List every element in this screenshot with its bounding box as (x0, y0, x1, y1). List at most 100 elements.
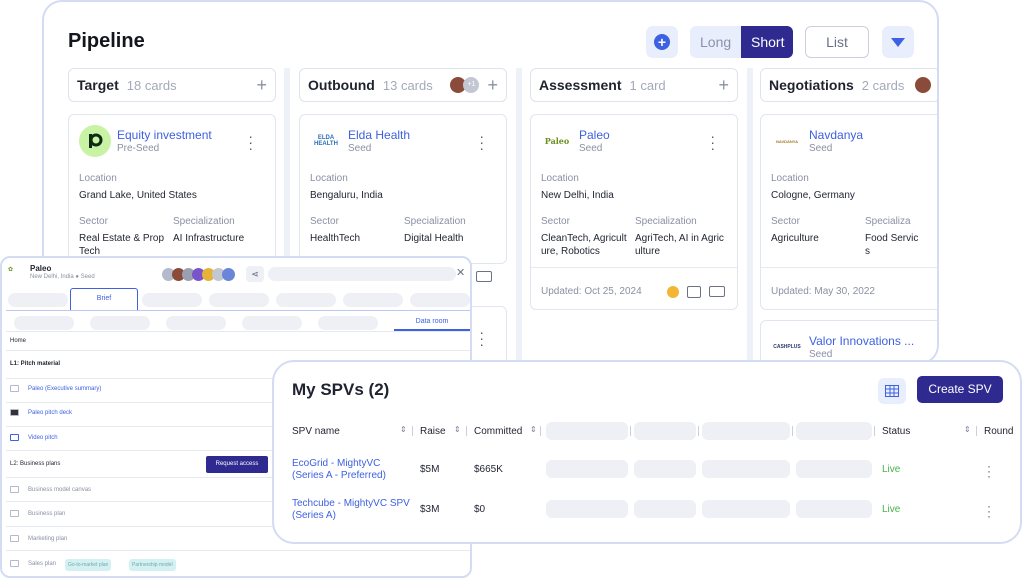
search-input[interactable] (268, 267, 456, 281)
tab[interactable] (209, 293, 269, 307)
share-icon[interactable]: ⋖ (246, 266, 264, 282)
spv-title: My SPVs (2) (292, 380, 390, 399)
folder-item[interactable]: Marketing plan (28, 536, 67, 542)
add-card-icon[interactable]: + (718, 75, 729, 96)
hidden-column (546, 422, 628, 440)
list-button[interactable]: List (805, 26, 869, 58)
tab[interactable] (8, 293, 68, 307)
folder-item[interactable]: Sales plan (28, 561, 56, 567)
column-negotiations: Negotiations 2 cards (760, 68, 937, 102)
subtab[interactable] (242, 316, 302, 330)
sector-label: Sector (541, 216, 570, 227)
company-logo: NAVDANYA (771, 125, 803, 157)
more-icon[interactable]: · · · (710, 129, 715, 155)
location-label: Location (79, 173, 117, 184)
tag[interactable]: Partnership model (129, 559, 176, 571)
deal-card[interactable]: ELDA HEALTH Elda Health Seed · · · Locatio… (299, 114, 507, 282)
view-long-button[interactable]: Long (690, 26, 741, 58)
add-card-icon[interactable]: + (256, 75, 267, 96)
deal-card[interactable]: NAVDANYA Navdanya Seed Location Cologne,… (760, 114, 937, 310)
view-short-button[interactable]: Short (741, 26, 793, 58)
document-icon[interactable] (687, 286, 701, 298)
subtab[interactable] (90, 316, 150, 330)
subtab[interactable] (318, 316, 378, 330)
file-link[interactable]: Paleo (Executive summary) (28, 386, 101, 392)
tab-data-room[interactable]: Data room (394, 318, 470, 325)
tab[interactable] (410, 293, 470, 307)
column-name: Negotiations (769, 77, 854, 93)
request-access-button[interactable]: Request access (206, 456, 268, 473)
folder-item[interactable]: Business plan (28, 511, 65, 517)
more-icon[interactable]: · · · (248, 129, 253, 155)
company-name[interactable]: Navdanya (809, 128, 863, 142)
specialization-value: AI Infrastructure (173, 233, 245, 244)
brief-company: Paleo (30, 264, 52, 273)
view-toggle[interactable]: Long Short (690, 26, 793, 58)
company-stage: Seed (809, 349, 833, 360)
committed-value: $0 (474, 504, 486, 515)
cell-placeholder (634, 500, 696, 518)
add-card-icon[interactable]: + (487, 75, 498, 96)
mail-icon[interactable] (476, 271, 492, 282)
deck-icon (10, 409, 19, 416)
video-icon (10, 434, 19, 441)
header-spv-name[interactable]: SPV name (292, 426, 340, 437)
cell-placeholder (796, 460, 872, 478)
more-icon[interactable]: · · · (479, 325, 484, 351)
mail-icon[interactable] (709, 286, 725, 297)
header-round[interactable]: Round (984, 426, 1013, 437)
header-committed[interactable]: Committed (474, 426, 522, 437)
location-label: Location (771, 173, 809, 184)
company-name[interactable]: Valor Innovations ... (809, 334, 914, 348)
divider (531, 267, 737, 268)
deal-card[interactable]: Paleo Paleo Seed · · · Location New Delhi,… (530, 114, 738, 310)
sector-value: Real Estate & Prop Tech (79, 233, 165, 257)
header-raise[interactable]: Raise (420, 426, 446, 437)
add-button[interactable]: + (646, 26, 678, 58)
subtab[interactable] (14, 316, 74, 330)
column-name: Target (77, 77, 119, 93)
create-spv-button[interactable]: Create SPV (917, 376, 1003, 403)
filter-button[interactable] (882, 26, 914, 58)
cell-placeholder (796, 500, 872, 518)
close-icon[interactable]: ✕ (456, 266, 465, 279)
subtab[interactable] (166, 316, 226, 330)
updated-date: Updated: May 30, 2022 (771, 286, 875, 297)
more-icon[interactable]: · · · (987, 500, 991, 522)
file-link[interactable]: Paleo pitch deck (28, 410, 72, 416)
company-name[interactable]: Equity investment (117, 128, 212, 142)
tag[interactable]: Go-to-market plan (65, 559, 112, 571)
more-icon[interactable]: · · · (479, 129, 484, 155)
company-name[interactable]: Elda Health (348, 128, 410, 142)
avatar (915, 77, 931, 93)
column-outbound: Outbound 13 cards +1 + (299, 68, 507, 102)
cell-placeholder (702, 460, 790, 478)
sector-value: CleanTech, Agricult ure, Robotics (541, 233, 627, 257)
sort-icon[interactable]: ⇕ (454, 425, 461, 434)
specialization-value: AgriTech, AI in Agric ulture (635, 233, 724, 257)
page-title: Pipeline (68, 30, 145, 52)
breadcrumb[interactable]: Home (10, 338, 26, 344)
column-divider (747, 68, 753, 363)
company-stage: Seed (348, 143, 372, 154)
tab[interactable] (142, 293, 202, 307)
header-status[interactable]: Status (882, 426, 910, 437)
column-count: 18 cards (126, 77, 177, 93)
tab-brief[interactable]: Brief (70, 288, 138, 310)
folder-item[interactable]: Business model canvas (28, 487, 91, 493)
folder-icon (10, 535, 19, 542)
sort-icon[interactable]: ⇕ (400, 425, 407, 434)
file-link[interactable]: Video pitch (28, 435, 58, 441)
tab[interactable] (276, 293, 336, 307)
more-icon[interactable]: · · · (987, 460, 991, 482)
deal-card[interactable]: CASHPLUS Valor Innovations ... Seed (760, 320, 937, 363)
deal-card[interactable]: Equity investment Pre-Seed · · · Location … (68, 114, 276, 264)
table-view-button[interactable] (878, 378, 906, 404)
tab[interactable] (343, 293, 403, 307)
spv-name-link[interactable]: EcoGrid - MightyVC (Series A - Preferred… (292, 458, 410, 482)
spv-name-link[interactable]: Techcube - MightyVC SPV (Series A) (292, 498, 418, 522)
sort-icon[interactable]: ⇕ (530, 425, 537, 434)
company-name[interactable]: Paleo (579, 128, 610, 142)
sort-icon[interactable]: ⇕ (964, 425, 971, 434)
location-value: New Delhi, India (541, 190, 614, 201)
